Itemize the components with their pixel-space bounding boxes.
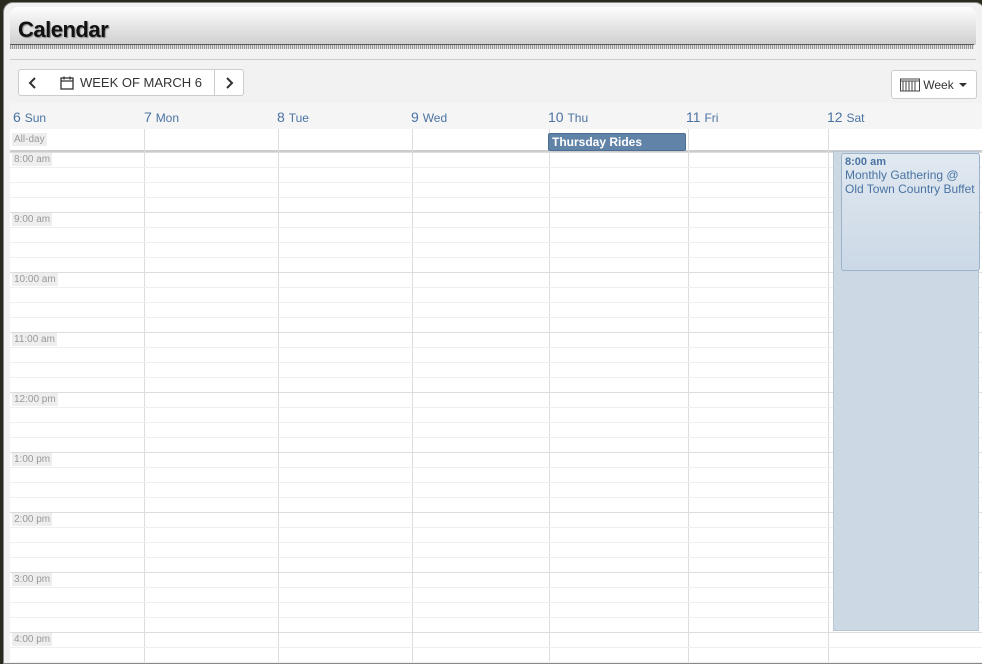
- day-header-fri[interactable]: 11 Fri: [686, 109, 718, 125]
- caret-down-icon: [958, 82, 967, 87]
- week-label: WEEK OF MARCH 6: [79, 75, 203, 90]
- day-header-mon[interactable]: 7 Mon: [144, 109, 179, 125]
- column-divider: [828, 129, 829, 663]
- time-label: 8:00 am: [12, 153, 53, 166]
- view-selector-button[interactable]: Week: [891, 70, 977, 99]
- event-monthly-gathering[interactable]: 8:00 am Monthly Gathering @ Old Town Cou…: [841, 153, 980, 271]
- calendar-icon: [60, 76, 74, 90]
- day-header-sat[interactable]: 12 Sat: [827, 109, 864, 125]
- view-label: Week: [923, 77, 954, 92]
- title-bar: Calendar: [10, 7, 976, 45]
- day-header-tue[interactable]: 8 Tue: [277, 109, 309, 125]
- quarter-gridline: [10, 647, 982, 648]
- time-label: 11:00 am: [12, 333, 57, 346]
- calendar-window: Calendar WEEK OF MARCH 6 Week 6 Sun 7 Mo…: [3, 2, 982, 664]
- allday-row: [10, 129, 982, 152]
- quarter-gridline: [10, 662, 982, 663]
- time-label: 4:00 pm: [12, 633, 53, 646]
- column-divider: [688, 129, 689, 663]
- column-divider: [412, 129, 413, 663]
- page-title: Calendar: [18, 17, 109, 42]
- prev-week-button[interactable]: [18, 69, 48, 96]
- allday-event-title: Thursday Rides: [552, 135, 643, 149]
- chevron-left-icon: [28, 76, 36, 89]
- week-grid: 6 Sun 7 Mon 8 Tue 9 Wed 10 Thu 11 Fri 12…: [10, 103, 982, 663]
- time-label: 12:00 pm: [12, 393, 58, 406]
- event-title: Monthly Gathering @ Old Town Country Buf…: [845, 168, 975, 196]
- time-label: 1:00 pm: [12, 453, 53, 466]
- time-label: 9:00 am: [12, 213, 53, 226]
- column-divider: [144, 129, 145, 663]
- time-label: 10:00 am: [12, 273, 58, 286]
- time-label: 3:00 pm: [12, 573, 53, 586]
- column-divider: [278, 129, 279, 663]
- grid-icon: [900, 78, 921, 91]
- toolbar-divider: [10, 59, 976, 60]
- next-week-button[interactable]: [214, 69, 244, 96]
- day-header-thu[interactable]: 10 Thu: [548, 109, 588, 125]
- day-header-wed[interactable]: 9 Wed: [411, 109, 447, 125]
- week-picker-button[interactable]: WEEK OF MARCH 6: [47, 69, 215, 96]
- event-time: 8:00 am: [845, 156, 886, 168]
- time-label: 2:00 pm: [12, 513, 53, 526]
- hour-gridline: [10, 632, 982, 633]
- day-header-sun[interactable]: 6 Sun: [13, 109, 46, 125]
- allday-event-thursday-rides[interactable]: Thursday Rides: [548, 133, 686, 151]
- title-divider: [10, 44, 974, 49]
- column-divider: [549, 129, 550, 663]
- chevron-right-icon: [226, 76, 234, 89]
- allday-label: All-day: [12, 133, 47, 146]
